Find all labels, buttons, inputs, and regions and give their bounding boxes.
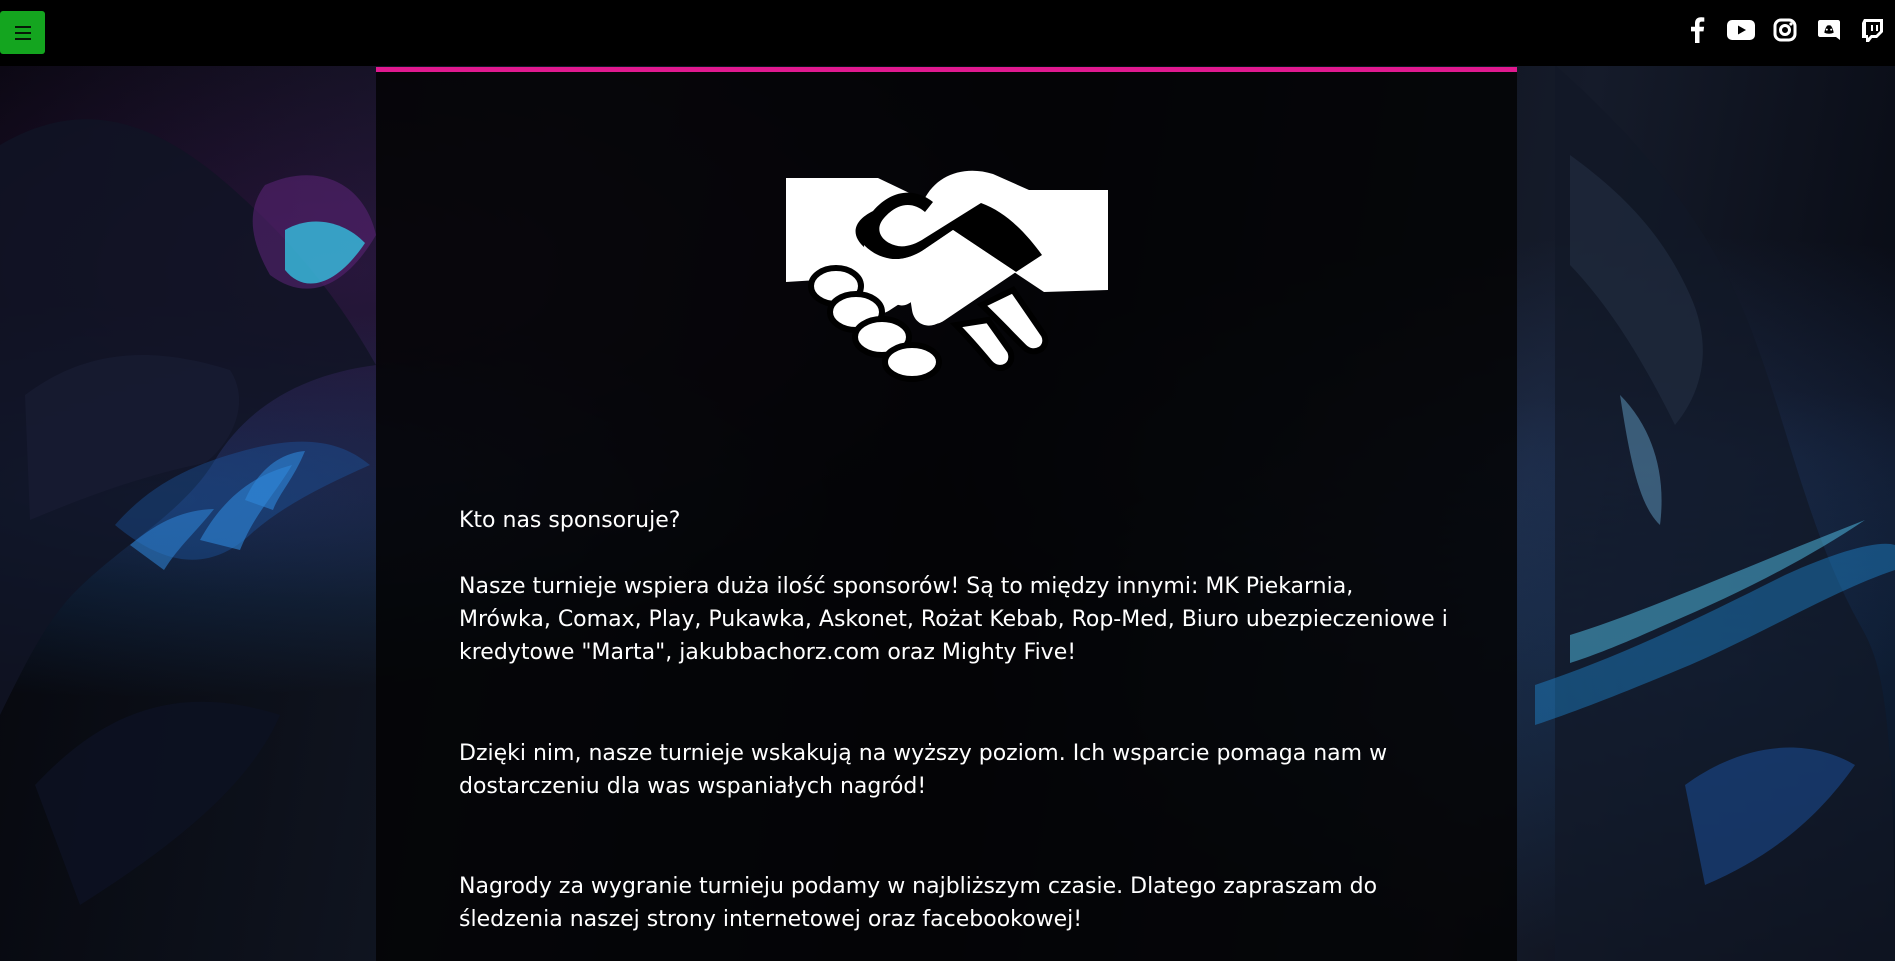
hamburger-icon-line — [15, 26, 31, 28]
instagram-link[interactable] — [1763, 15, 1807, 45]
left-background-artwork — [0, 119, 376, 905]
twitch-link[interactable] — [1851, 15, 1895, 45]
youtube-link[interactable] — [1719, 15, 1763, 45]
twitch-icon — [1862, 18, 1883, 42]
handshake-icon — [786, 170, 1108, 382]
right-background-artwork — [1535, 65, 1895, 961]
social-links — [1675, 15, 1895, 45]
sponsors-question: Kto nas sponsoruje? — [459, 508, 681, 533]
hamburger-icon-line — [15, 38, 31, 40]
support-paragraph: Dzięki nim, nasze turnieje wskakują na w… — [459, 737, 1449, 803]
support-text: Dzięki nim, nasze turnieje wskakują na w… — [459, 741, 1388, 799]
youtube-icon — [1727, 20, 1755, 40]
prizes-text: Nagrody za wygranie turnieju podamy w na… — [459, 874, 1378, 932]
sponsors-paragraph: Nasze turnieje wspiera duża ilość sponso… — [459, 570, 1449, 669]
hamburger-icon-line — [15, 32, 31, 34]
sponsors-page: Kto nas sponsoruje? Nasze turnieje wspie… — [0, 0, 1895, 961]
discord-link[interactable] — [1807, 15, 1851, 45]
discord-icon — [1818, 20, 1840, 40]
sponsors-content-panel: Kto nas sponsoruje? Nasze turnieje wspie… — [376, 67, 1517, 961]
facebook-icon — [1691, 17, 1705, 43]
prizes-paragraph: Nagrody za wygranie turnieju podamy w na… — [459, 870, 1449, 936]
sponsors-list-text: Nasze turnieje wspiera duża ilość sponso… — [459, 574, 1448, 665]
instagram-icon — [1773, 18, 1797, 42]
facebook-link[interactable] — [1675, 15, 1719, 45]
top-navigation-bar — [0, 0, 1895, 66]
hamburger-menu-button[interactable] — [0, 11, 45, 54]
